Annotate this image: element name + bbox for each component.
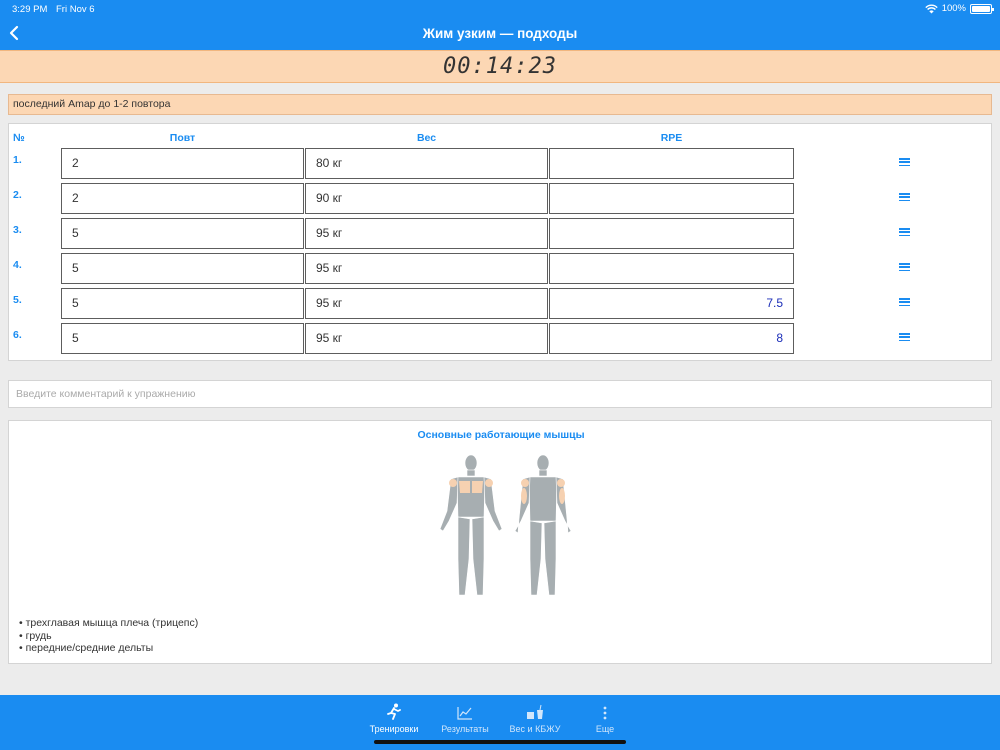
page-title: Жим узким — подходы: [422, 26, 578, 41]
nav-header: 3:29 PM Fri Nov 6 100% Жим узким — подхо…: [0, 0, 1000, 50]
reps-input[interactable]: 5: [61, 218, 304, 249]
status-bar: 3:29 PM Fri Nov 6 100%: [0, 3, 1000, 16]
tab-label: Вес и КБЖУ: [509, 724, 561, 734]
weight-input[interactable]: 95 кг: [305, 323, 548, 354]
muscle-list: трехглавая мышца плеча (трицепс) грудь п…: [19, 617, 199, 655]
tab-workouts[interactable]: Тренировки: [359, 702, 429, 734]
reps-input[interactable]: 5: [61, 288, 304, 319]
drag-handle-icon[interactable]: [899, 298, 910, 307]
status-date: Fri Nov 6: [56, 4, 95, 15]
drag-handle-icon[interactable]: [899, 158, 910, 167]
reps-input[interactable]: 5: [61, 253, 304, 284]
comment-input[interactable]: Введите комментарий к упражнению: [8, 380, 992, 408]
set-number: 3.: [13, 224, 22, 236]
rpe-input[interactable]: [549, 253, 794, 284]
weight-input[interactable]: 95 кг: [305, 218, 548, 249]
rpe-input[interactable]: [549, 148, 794, 179]
exercise-note[interactable]: последний Amap до 1-2 повтора: [8, 94, 992, 115]
set-number: 5.: [13, 294, 22, 306]
reps-input[interactable]: 5: [61, 323, 304, 354]
col-header-num: №: [13, 132, 25, 144]
rpe-input[interactable]: [549, 218, 794, 249]
col-header-rpe: RPE: [660, 132, 683, 144]
workout-timer: 00:14:23: [443, 54, 557, 79]
tab-label: Результаты: [441, 724, 489, 734]
battery-percent: 100%: [941, 3, 966, 14]
chart-line-icon: [457, 707, 472, 720]
rpe-input[interactable]: 8: [549, 323, 794, 354]
tab-label: Еще: [595, 724, 615, 734]
list-item: грудь: [19, 630, 198, 643]
status-right: 100%: [924, 3, 994, 14]
status-time: 3:29 PM: [12, 4, 48, 15]
battery-icon: [970, 3, 994, 14]
more-dots-icon: [603, 706, 607, 720]
rpe-input[interactable]: 7.5: [549, 288, 794, 319]
col-header-weight: Вес: [416, 132, 437, 144]
rpe-input[interactable]: [549, 183, 794, 214]
muscle-map-image: [439, 454, 572, 596]
weight-input[interactable]: 90 кг: [305, 183, 548, 214]
wifi-icon: [924, 4, 938, 13]
timer-bar: 00:14:23: [0, 50, 1000, 83]
list-item: трехглавая мышца плеча (трицепс): [19, 617, 199, 630]
sets-table: № Повт Вес RPE 1. 2 80 кг 2. 2 90 кг 3. …: [8, 123, 992, 361]
weight-input[interactable]: 95 кг: [305, 253, 548, 284]
set-number: 6.: [13, 329, 22, 341]
drag-handle-icon[interactable]: [899, 228, 910, 237]
weight-input[interactable]: 95 кг: [305, 288, 548, 319]
home-indicator[interactable]: [374, 740, 626, 744]
drag-handle-icon[interactable]: [899, 193, 910, 202]
drag-handle-icon[interactable]: [899, 333, 910, 342]
col-header-reps: Повт: [169, 132, 196, 144]
scale-food-icon: [527, 704, 543, 719]
set-number: 4.: [13, 259, 22, 271]
set-number: 2.: [13, 189, 22, 201]
list-item: передние/средние дельты: [19, 642, 198, 655]
tab-weight-nutrition[interactable]: Вес и КБЖУ: [500, 702, 570, 734]
reps-input[interactable]: 2: [61, 183, 304, 214]
reps-input[interactable]: 2: [61, 148, 304, 179]
set-number: 1.: [13, 154, 22, 166]
drag-handle-icon[interactable]: [899, 263, 910, 272]
weight-input[interactable]: 80 кг: [305, 148, 548, 179]
tab-more[interactable]: Еще: [570, 702, 640, 734]
muscles-card: Основные работающие мышцы • трехглавая м…: [8, 420, 992, 664]
running-person-icon: [387, 703, 401, 720]
tab-label: Тренировки: [369, 724, 419, 734]
tab-results[interactable]: Результаты: [430, 702, 500, 734]
muscles-title: Основные работающие мышцы: [417, 429, 585, 441]
